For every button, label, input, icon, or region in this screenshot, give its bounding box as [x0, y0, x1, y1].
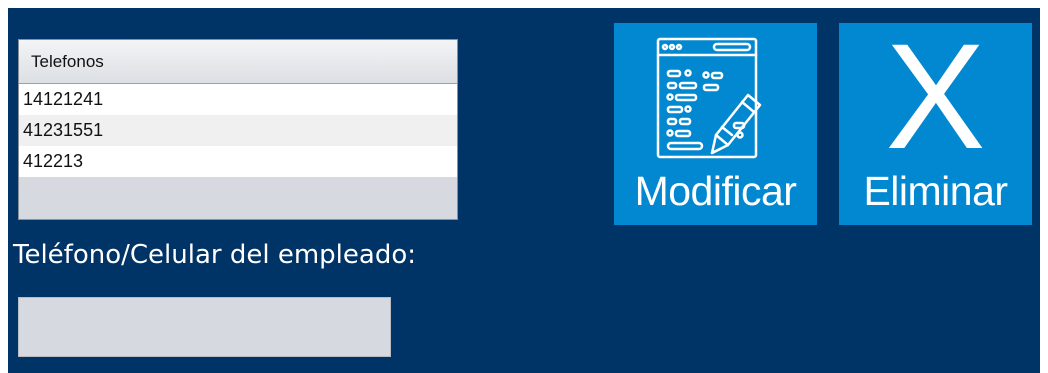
delete-button[interactable]: X Eliminar	[839, 12, 1032, 225]
phones-table-header[interactable]: Telefonos	[19, 40, 457, 84]
table-row[interactable]: 412213	[19, 146, 457, 177]
column-header-telefonos: Telefonos	[31, 51, 104, 71]
modify-button[interactable]: Modificar	[614, 23, 817, 225]
code-window-edit-icon	[656, 37, 762, 159]
employee-phone-input[interactable]	[18, 297, 391, 357]
phones-table[interactable]: Telefonos 14121241 41231551 412213	[18, 39, 458, 220]
close-icon: X	[885, 12, 986, 180]
modify-button-label: Modificar	[634, 168, 797, 214]
table-row[interactable]: 41231551	[19, 115, 457, 146]
table-row[interactable]: 14121241	[19, 84, 457, 115]
employee-phone-label: Teléfono/Celular del empleado:	[13, 240, 416, 270]
delete-button-label: Eliminar	[863, 168, 1008, 214]
